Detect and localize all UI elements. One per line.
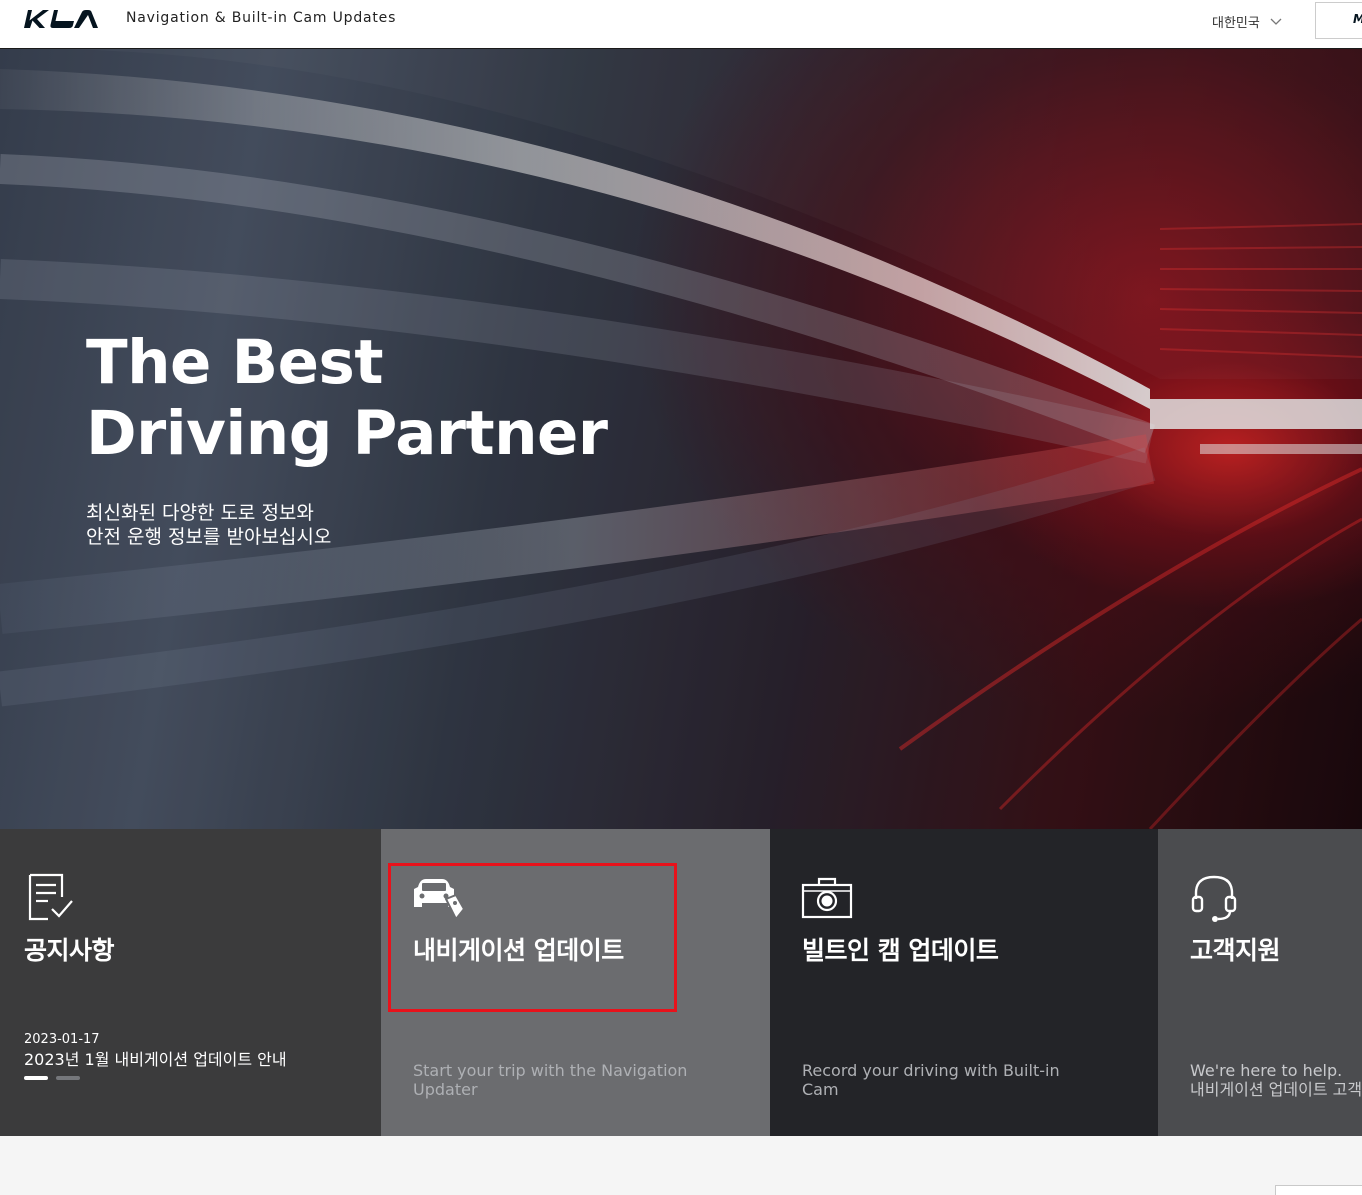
- card-support-description: We're here to help. 내비게이션 업데이트 고객지원: [1190, 1061, 1362, 1099]
- card-notice-title: 공지사항: [24, 936, 115, 965]
- language-selector[interactable]: 대한민국: [1212, 12, 1282, 31]
- card-support-title: 고객지원: [1190, 936, 1281, 965]
- card-customer-support[interactable]: 고객지원 We're here to help. 내비게이션 업데이트 고객지원: [1158, 829, 1362, 1136]
- chevron-down-icon: [1270, 18, 1282, 25]
- card-builtin-cam-title: 빌트인 캠 업데이트: [802, 936, 999, 965]
- service-cards: 공지사항 2023-01-17 2023년 1월 내비게이션 업데이트 안내 내…: [0, 829, 1362, 1136]
- notice-date: 2023-01-17: [24, 1032, 100, 1047]
- hero-banner: The Best Driving Partner 최신화된 다양한 도로 정보와…: [0, 49, 1362, 829]
- header-action-label: M: [1353, 12, 1362, 26]
- card-notice[interactable]: 공지사항 2023-01-17 2023년 1월 내비게이션 업데이트 안내: [0, 829, 381, 1136]
- kia-logo[interactable]: [24, 9, 102, 29]
- card-navigation-description: Start your trip with the Navigation Upda…: [413, 1061, 688, 1099]
- hero-title: The Best Driving Partner: [86, 327, 608, 469]
- camera-icon: [801, 877, 853, 919]
- headset-icon: [1191, 875, 1237, 922]
- site-title: Navigation & Built-in Cam Updates: [126, 10, 397, 26]
- card-navigation-title: 내비게이션 업데이트: [413, 936, 624, 965]
- language-label: 대한민국: [1212, 16, 1260, 31]
- notice-link[interactable]: 2023년 1월 내비게이션 업데이트 안내: [24, 1046, 287, 1070]
- carousel-dot-2[interactable]: [56, 1076, 80, 1080]
- card-builtin-cam-description: Record your driving with Built-in Cam: [802, 1061, 1060, 1099]
- card-navigation-update[interactable]: 내비게이션 업데이트 Start your trip with the Navi…: [381, 829, 770, 1136]
- bottom-widget[interactable]: [1275, 1185, 1362, 1195]
- top-header: Navigation & Built-in Cam Updates 대한민국 M: [0, 0, 1362, 49]
- notice-checklist-icon: [28, 873, 73, 921]
- car-tag-icon: [414, 879, 464, 921]
- header-action-button[interactable]: M: [1315, 2, 1362, 39]
- carousel-dot-1[interactable]: [24, 1076, 48, 1080]
- hero-subtitle: 최신화된 다양한 도로 정보와 안전 운행 정보를 받아보십시오: [86, 502, 332, 548]
- card-builtin-cam-update[interactable]: 빌트인 캠 업데이트 Record your driving with Buil…: [770, 829, 1158, 1136]
